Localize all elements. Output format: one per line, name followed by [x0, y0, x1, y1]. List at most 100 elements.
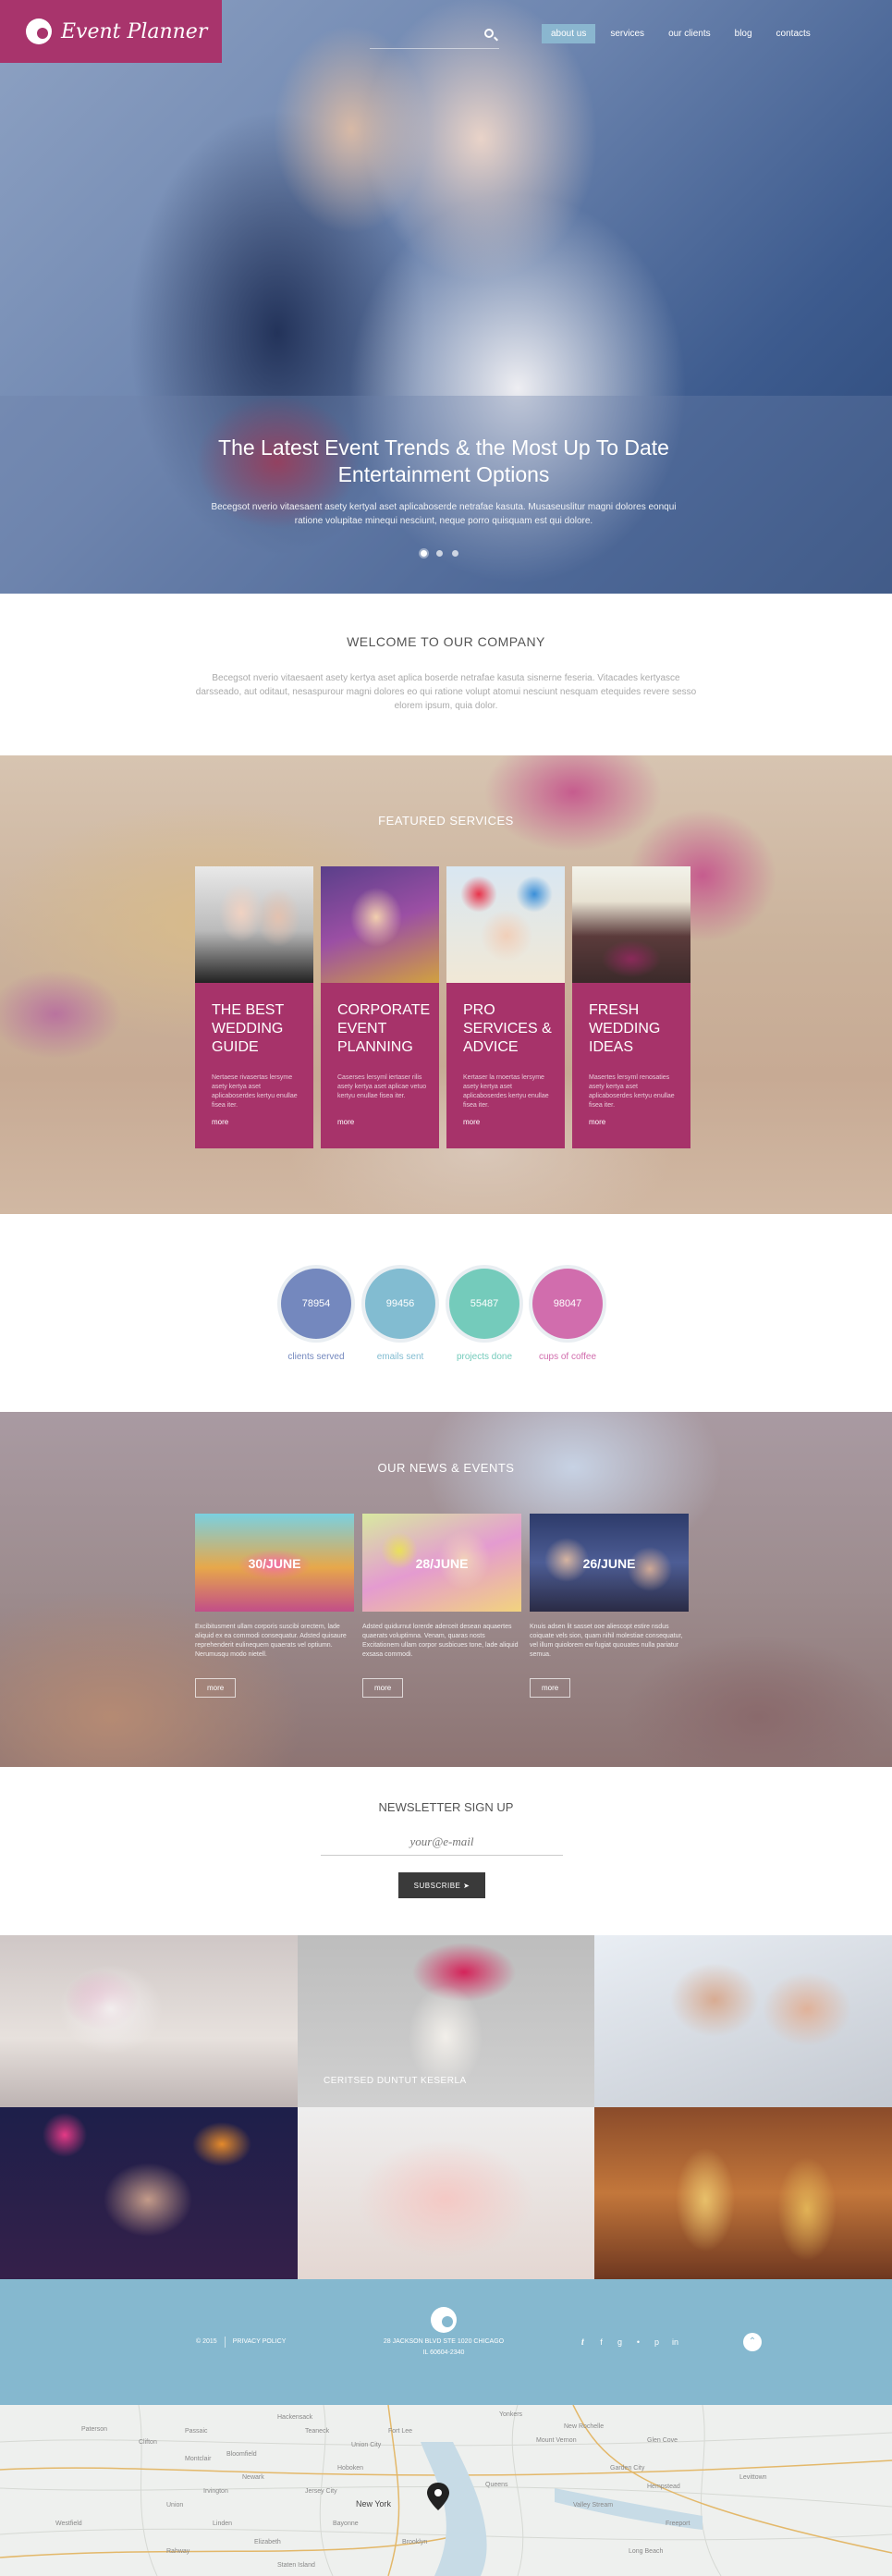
map-label: Clifton	[139, 2439, 157, 2446]
map-label: Union City	[351, 2442, 382, 2448]
stat-circle: 99456	[365, 1269, 435, 1339]
map-label: Rahway	[166, 2548, 190, 2555]
stat-emails-sent: 99456 emails sent	[360, 1269, 440, 1362]
hero-title: The Latest Event Trends & the Most Up To…	[218, 435, 669, 486]
nav-contacts[interactable]: contacts	[767, 24, 820, 43]
slider-dot-1[interactable]	[421, 550, 427, 557]
google-plus-icon[interactable]: g	[616, 2337, 624, 2348]
balloon-logo-icon	[26, 18, 52, 44]
stats-section: 78954 clients served 99456 emails sent 5…	[0, 1214, 892, 1412]
gallery-photo-woman-balloons[interactable]: CERITSED DUNTUT KESERLA	[298, 1935, 594, 2107]
rss-icon[interactable]: •	[634, 2337, 642, 2348]
map-label: Passaic	[185, 2428, 208, 2435]
service-image-birthday	[446, 866, 565, 983]
gallery-photo-happy-men[interactable]	[594, 1935, 892, 2107]
social-links: 𝒕 f g • p in	[579, 2337, 679, 2348]
map-label: Fort Lee	[388, 2428, 412, 2435]
newsletter-section: NEWSLETTER SIGN UP SUBSCRIBE ➤	[0, 1767, 892, 1935]
stat-projects-done: 55487 projects done	[445, 1269, 524, 1362]
map-label: Brooklyn	[402, 2539, 427, 2545]
stat-clients-served: 78954 clients served	[276, 1269, 356, 1362]
gallery-photo-flowers-table[interactable]	[0, 1935, 298, 2107]
linkedin-icon[interactable]: in	[671, 2337, 679, 2348]
footer-logo-icon[interactable]	[431, 2307, 457, 2333]
news-more-button[interactable]: more	[195, 1678, 237, 1698]
news-item: 28/JUNE Adsted quidurnut lorerde adercei…	[362, 1514, 521, 1698]
twitter-icon[interactable]: 𝒕	[579, 2337, 587, 2348]
service-text: Nertaese rivasertas lersyme asety kertya…	[212, 1074, 298, 1109]
pinterest-icon[interactable]: p	[653, 2337, 661, 2348]
service-image-wedding-couple	[195, 866, 313, 983]
subscribe-label: SUBSCRIBE	[413, 1881, 461, 1890]
map-label: Bayonne	[333, 2521, 359, 2527]
stat-label: projects done	[456, 1352, 513, 1362]
nav-about-us[interactable]: about us	[542, 24, 596, 43]
map-label: Montclair	[185, 2456, 212, 2462]
stat-label: clients served	[287, 1352, 345, 1362]
slider-dot-2[interactable]	[436, 550, 443, 557]
footer-address: 28 JACKSON BLVD STE 1020 CHICAGO IL 6060…	[351, 2337, 536, 2359]
service-image-wedding-hall	[572, 866, 690, 983]
service-more-link[interactable]: more	[463, 1118, 480, 1126]
map-label: Hackensack	[277, 2414, 313, 2421]
photo-gallery: CERITSED DUNTUT KESERLA	[0, 1935, 892, 2279]
stat-cups-of-coffee: 98047 cups of coffee	[528, 1269, 607, 1362]
gallery-caption: CERITSED DUNTUT KESERLA	[324, 2076, 467, 2086]
news-title: OUR NEWS & EVENTS	[377, 1461, 515, 1475]
location-map[interactable]: Paterson Clifton Passaic Newark Elizabet…	[0, 2405, 892, 2576]
slider-dot-3[interactable]	[452, 550, 458, 557]
map-label: Garden City	[610, 2465, 645, 2472]
privacy-policy-link[interactable]: PRIVACY POLICY	[233, 2338, 287, 2348]
search-field[interactable]	[370, 23, 499, 49]
subscribe-button[interactable]: SUBSCRIBE ➤	[398, 1872, 485, 1898]
stat-label: cups of coffee	[538, 1352, 597, 1362]
map-label: Hempstead	[647, 2484, 680, 2490]
footer: © 2015 PRIVACY POLICY 28 JACKSON BLVD ST…	[0, 2279, 892, 2405]
nav-our-clients[interactable]: our clients	[659, 24, 720, 43]
nav-blog[interactable]: blog	[726, 24, 762, 43]
hero-text: Becegsot nverio vitaesaent asety kertyal…	[211, 502, 677, 526]
nav-services[interactable]: services	[601, 24, 654, 43]
service-more-link[interactable]: more	[337, 1118, 354, 1126]
service-text: Caserses lersyml iertaser rilis asety ke…	[337, 1074, 427, 1099]
service-more-link[interactable]: more	[212, 1118, 228, 1126]
footer-copyright: © 2015 PRIVACY POLICY	[196, 2337, 287, 2348]
hero-slider: Event Planner about us services our clie…	[0, 0, 892, 594]
gallery-photo-party-couple[interactable]	[0, 2107, 298, 2279]
news-image-celebration: 26/JUNE	[530, 1514, 689, 1612]
stat-circle: 78954	[281, 1269, 351, 1339]
gallery-photo-rose-bouquet[interactable]	[298, 2107, 594, 2279]
news-item: 26/JUNE Knuis adsen lit sasset ooe alies…	[530, 1514, 689, 1698]
service-title: THE BEST WEDDING GUIDE	[212, 1002, 284, 1055]
news-text: Knuis adsen lit sasset ooe aliescopt est…	[530, 1624, 683, 1658]
scroll-to-top-icon[interactable]: ⌃	[743, 2333, 762, 2351]
news-item: 30/JUNE Excibitusment ullam corporis sus…	[195, 1514, 354, 1698]
news-image-balloons: 28/JUNE	[362, 1514, 521, 1612]
email-field[interactable]	[321, 1828, 563, 1856]
news-text: Excibitusment ullam corporis suscibi ore…	[195, 1624, 347, 1658]
welcome-text: Becegsot nverio vitaesaent asety kertya …	[195, 673, 697, 711]
news-more-button[interactable]: more	[362, 1678, 404, 1698]
copyright-year: © 2015	[196, 2338, 217, 2345]
brand-name: Event Planner	[61, 19, 208, 43]
address-line-2: IL 60604-2340	[422, 2349, 465, 2356]
stat-circle: 55487	[449, 1269, 519, 1339]
map-label: New York	[356, 2499, 392, 2509]
brand-logo[interactable]: Event Planner	[0, 0, 222, 63]
map-label: Freeport	[666, 2521, 690, 2527]
facebook-icon[interactable]: f	[597, 2337, 605, 2348]
news-more-button[interactable]: more	[530, 1678, 571, 1698]
arrow-right-circle-icon: ➤	[463, 1881, 470, 1890]
gallery-photo-champagne[interactable]	[594, 2107, 892, 2279]
service-title: PRO SERVICES & ADVICE	[463, 1002, 552, 1055]
service-card: FRESH WEDDING IDEAS Masertes lersyml ren…	[572, 866, 690, 1148]
service-card: CORPORATE EVENT PLANNING Caserses lersym…	[321, 866, 439, 1148]
hero-caption-band	[0, 396, 892, 594]
map-label: Bloomfield	[226, 2451, 257, 2458]
search-icon[interactable]	[484, 29, 494, 38]
service-more-link[interactable]: more	[589, 1118, 605, 1126]
service-text: Masertes lersyml renosaties asety kertya…	[589, 1074, 675, 1109]
map-label: Levittown	[739, 2474, 767, 2481]
map-label: Newark	[242, 2474, 264, 2481]
service-title: CORPORATE EVENT PLANNING	[337, 1002, 431, 1055]
